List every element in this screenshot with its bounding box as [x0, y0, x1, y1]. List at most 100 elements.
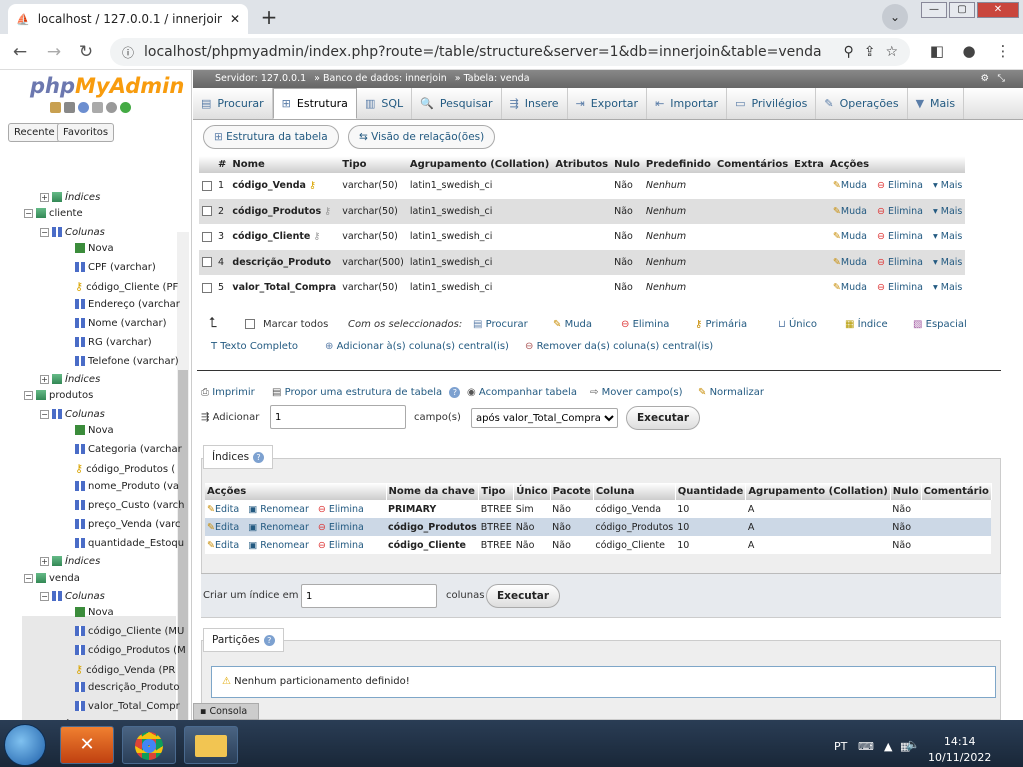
tab-2[interactable]: ▥ SQL — [357, 88, 413, 119]
keyboard-icon[interactable]: ⌨ — [858, 740, 874, 753]
bulk-fulltext-button[interactable]: T Texto Completo — [211, 341, 298, 352]
tree-item-col[interactable]: preço_Venda (varc — [72, 516, 181, 534]
sidepanel-icon[interactable]: ◧ — [926, 42, 948, 60]
bulk-browse-button[interactable]: ▤ Procurar — [473, 319, 528, 330]
bulk-drop-button[interactable]: ⊖ Elimina — [621, 319, 669, 330]
tree-item-key[interactable]: ⚷ código_Cliente (PF — [72, 278, 178, 296]
tab-9[interactable]: ▼ Mais — [908, 88, 965, 119]
expand-icon[interactable]: + — [40, 192, 49, 202]
tab-6[interactable]: ⇤ Importar — [647, 88, 728, 119]
docs-icon[interactable] — [92, 102, 103, 113]
tab-8[interactable]: ✎ Operações — [816, 88, 908, 119]
show-hidden-icons-icon[interactable]: ▲ — [884, 740, 892, 753]
bookmark-star-icon[interactable]: ☆ — [885, 44, 898, 60]
language-indicator[interactable]: PT — [834, 740, 847, 753]
drop-button[interactable]: ⊖ Elimina — [877, 231, 923, 242]
rename-index-button[interactable]: ▣ Renomear — [248, 540, 309, 551]
console-toggle[interactable]: ▪ Consola — [193, 703, 259, 720]
drop-index-button[interactable]: ⊖ Elimina — [318, 504, 364, 515]
zoom-icon[interactable]: ⚲ — [843, 44, 853, 60]
relation-view-subtab[interactable]: ⇆ Visão de relação(ões) — [348, 125, 496, 149]
tree-item-key[interactable]: ⚷ código_Produtos ( — [72, 460, 175, 478]
edit-index-button[interactable]: ✎Edita — [207, 522, 239, 533]
reload-icon[interactable]: ↻ — [74, 42, 98, 62]
menu-kebab-icon[interactable]: ⋮ — [992, 42, 1014, 60]
help-icon[interactable]: ? — [253, 452, 265, 463]
tab-0[interactable]: ▤ Procurar — [193, 88, 273, 119]
tree-item-new[interactable]: Nova — [72, 422, 114, 440]
tab-5[interactable]: ⇥ Exportar — [568, 88, 648, 119]
add-position-select[interactable]: após valor_Total_Compra — [471, 408, 618, 428]
tab-7[interactable]: ▭ Privilégios — [727, 88, 817, 119]
drop-index-button[interactable]: ⊖ Elimina — [318, 522, 364, 533]
more-dropdown[interactable]: ▾ Mais — [933, 180, 962, 191]
row-checkbox[interactable] — [199, 198, 215, 224]
more-dropdown[interactable]: ▾ Mais — [933, 206, 962, 217]
bulk-primary-button[interactable]: ⚷ Primária — [695, 319, 747, 330]
row-checkbox[interactable] — [199, 224, 215, 250]
volume-icon[interactable]: 🔈 — [906, 738, 920, 751]
tree-item-key[interactable]: ⚷ código_Venda (PR — [72, 661, 175, 679]
gear-icon[interactable]: ⚙ — [980, 70, 989, 88]
minimize-button[interactable]: — — [921, 2, 947, 18]
rename-index-button[interactable]: ▣ Renomear — [248, 504, 309, 515]
tree-item-col[interactable]: código_Produtos (M — [72, 642, 186, 660]
back-icon[interactable]: ← — [8, 42, 32, 62]
new-tab-button[interactable]: + — [256, 6, 282, 28]
create-index-execute-button[interactable]: Executar — [486, 584, 561, 608]
xampp-taskbar-button[interactable]: ✕ — [60, 726, 114, 764]
help-icon[interactable]: ? — [449, 387, 461, 398]
tree-item-col[interactable]: código_Cliente (MU — [72, 623, 184, 641]
change-button[interactable]: ✎Muda — [833, 231, 867, 242]
expand-icon[interactable]: + — [40, 556, 49, 566]
add-columns-execute-button[interactable]: Executar — [626, 406, 701, 430]
drop-button[interactable]: ⊖ Elimina — [877, 206, 923, 217]
change-button[interactable]: ✎Muda — [833, 180, 867, 191]
create-index-count-input[interactable] — [301, 584, 437, 608]
drop-button[interactable]: ⊖ Elimina — [877, 257, 923, 268]
tree-item-col[interactable]: quantidade_Estoqu — [72, 535, 184, 553]
table-structure-subtab[interactable]: ⊞ Estrutura da tabela — [203, 125, 339, 149]
taskbar-clock[interactable]: 14:14 10/11/2022 — [928, 734, 991, 766]
share-icon[interactable]: ⇪ — [864, 44, 876, 60]
breadcrumb-server[interactable]: Servidor: 127.0.0.1 — [215, 73, 306, 84]
move-columns-link[interactable]: ⇨ Mover campo(s) — [590, 387, 683, 398]
more-dropdown[interactable]: ▾ Mais — [933, 231, 962, 242]
change-button[interactable]: ✎Muda — [833, 257, 867, 268]
close-window-button[interactable]: ✕ — [977, 2, 1019, 18]
browser-tab[interactable]: ⛵ localhost / 127.0.0.1 / innerjoin / ✕ — [8, 4, 248, 34]
change-button[interactable]: ✎Muda — [833, 282, 867, 293]
maximize-button[interactable]: ▢ — [949, 2, 975, 18]
tree-item-col[interactable]: Telefone (varchar) — [72, 353, 179, 371]
add-columns-count-input[interactable] — [270, 405, 406, 429]
tree-item-col[interactable]: valor_Total_Compr — [72, 698, 180, 716]
edit-index-button[interactable]: ✎Edita — [207, 540, 239, 551]
tree-item-col[interactable]: Endereço (varchar — [72, 296, 180, 314]
normalize-link[interactable]: ✎ Normalizar — [698, 387, 764, 398]
collapse-icon[interactable]: − — [40, 227, 49, 237]
tree-item-new[interactable]: Nova — [72, 604, 114, 622]
print-link[interactable]: ⎙ Imprimir — [201, 387, 255, 398]
tab-search-button[interactable]: ⌄ — [882, 4, 908, 30]
rename-index-button[interactable]: ▣ Renomear — [248, 522, 309, 533]
breadcrumb-database[interactable]: Banco de dados: innerjoin — [323, 73, 447, 84]
logout-icon[interactable] — [64, 102, 75, 113]
reload-nav-icon[interactable] — [120, 102, 131, 113]
collapse-icon[interactable]: − — [24, 573, 33, 583]
bulk-change-button[interactable]: ✎ Muda — [553, 319, 592, 330]
breadcrumb-table[interactable]: Tabela: venda — [464, 73, 530, 84]
tab-1[interactable]: ⊞ Estrutura — [272, 88, 357, 119]
more-dropdown[interactable]: ▾ Mais — [933, 257, 962, 268]
more-dropdown[interactable]: ▾ Mais — [933, 282, 962, 293]
site-info-icon[interactable]: ⓘ — [122, 44, 134, 61]
start-button[interactable] — [4, 724, 46, 766]
tree-item-db[interactable]: − cliente — [24, 205, 83, 223]
close-tab-icon[interactable]: ✕ — [230, 12, 240, 26]
bulk-spatial-button[interactable]: ▧ Espacial — [913, 319, 967, 330]
expand-icon[interactable]: + — [40, 374, 49, 384]
profile-avatar-icon[interactable]: ● — [958, 42, 980, 60]
address-bar[interactable]: ⓘ localhost/phpmyadmin/index.php?route=/… — [110, 38, 910, 66]
forward-icon[interactable]: → — [42, 42, 66, 62]
favorites-button[interactable]: Favoritos — [57, 123, 115, 142]
tree-item-col[interactable]: Nome (varchar) — [72, 315, 167, 333]
